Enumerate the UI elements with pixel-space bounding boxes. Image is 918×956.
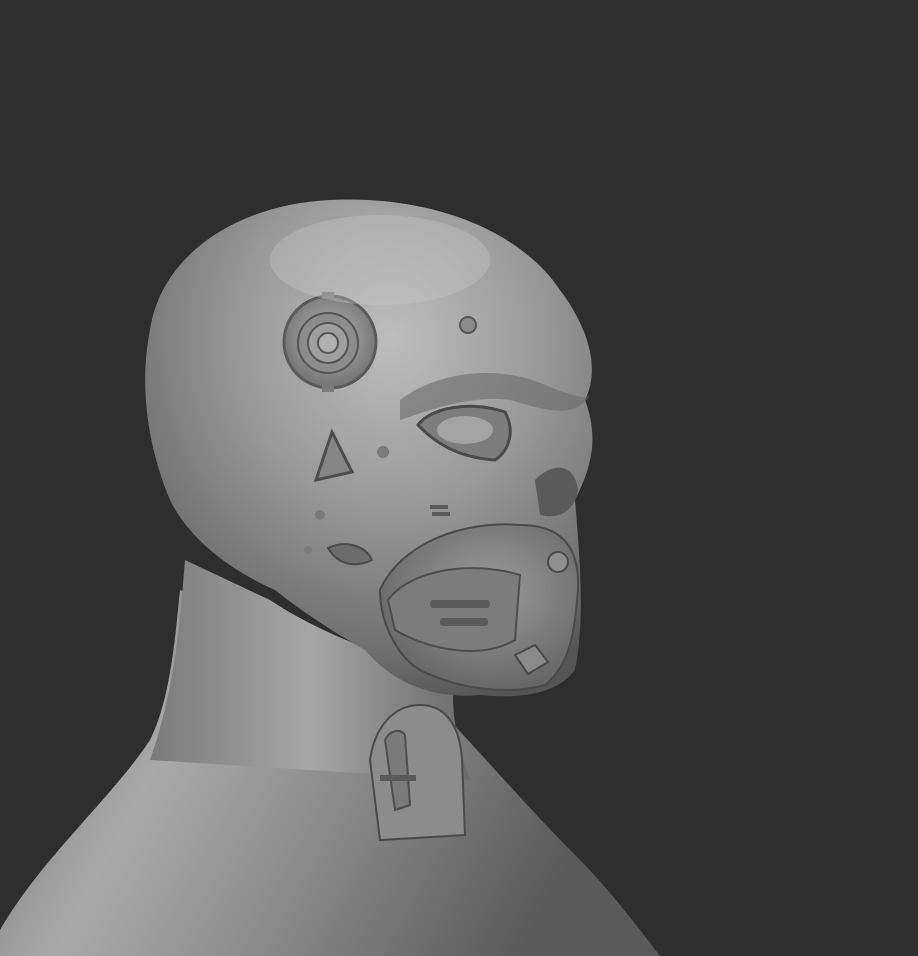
neck-implant [368,703,467,842]
dome-highlight [270,215,490,305]
sculpt-render [0,0,918,956]
sculpt-viewport[interactable] [0,0,918,956]
